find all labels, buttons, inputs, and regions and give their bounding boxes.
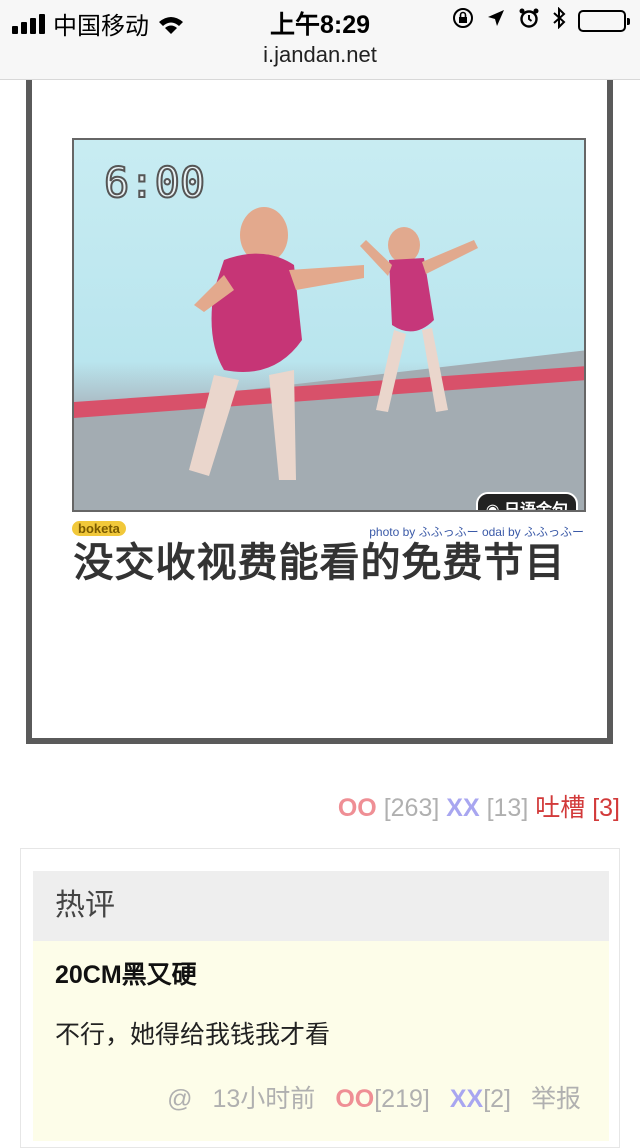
orientation-lock-icon [452,7,474,35]
url-text[interactable]: i.jandan.net [263,42,377,67]
oo-count: [263] [383,794,440,822]
comment-author[interactable]: 20CM黑又硬 [55,955,197,991]
wechat-tag-label: 日语金句 [503,502,568,512]
comment-item: 20CM黑又硬 不行，她得给我钱我才看 @ 13小时前 OO[219] XX[2… [33,941,609,1141]
comment-meta: @ 13小时前 OO[219] XX[2] 举报 [167,1079,581,1115]
url-bar[interactable]: i.jandan.net [0,40,640,80]
comment-oo-button[interactable]: OO [335,1085,374,1113]
comment-xx-button[interactable]: XX [450,1085,483,1113]
post-image[interactable]: 6:00 ◉ 日语金句 boketa photo by ふふっふー odai b… [26,80,613,744]
wechat-tag: ◉ 日语金句 [475,492,578,512]
tucao-link[interactable]: 吐槽 [535,794,585,822]
bluetooth-icon [552,6,566,35]
comment-xx-count: [2] [483,1085,511,1113]
tucao-count[interactable]: [3] [592,794,620,822]
comment-time: 13小时前 [212,1085,316,1113]
xx-button[interactable]: XX [446,794,479,822]
alarm-icon [518,7,540,35]
oo-button[interactable]: OO [338,794,377,822]
xx-count: [13] [486,794,529,822]
reply-at-button[interactable]: @ [167,1085,192,1114]
timestamp-overlay: 6:00 [103,157,206,208]
status-right [452,6,630,35]
status-bar: 中国移动 上午8:29 [0,0,640,40]
image-caption: 没交收视费能看的免费节目 [73,541,566,585]
hot-comments: 热评 20CM黑又硬 不行，她得给我钱我才看 @ 13小时前 OO[219] X… [20,848,620,1148]
dance-photo: 6:00 ◉ 日语金句 [72,138,586,512]
wechat-icon: ◉ [485,502,504,512]
hot-comments-title: 热评 [33,871,609,941]
comment-oo-count: [219] [374,1085,430,1113]
comment-text: 不行，她得给我钱我才看 [55,1021,331,1049]
battery-icon [578,10,630,32]
report-button[interactable]: 举报 [531,1079,581,1115]
post-votes: OO [263] XX [13] 吐槽 [3] [338,788,620,824]
location-icon [486,8,506,34]
